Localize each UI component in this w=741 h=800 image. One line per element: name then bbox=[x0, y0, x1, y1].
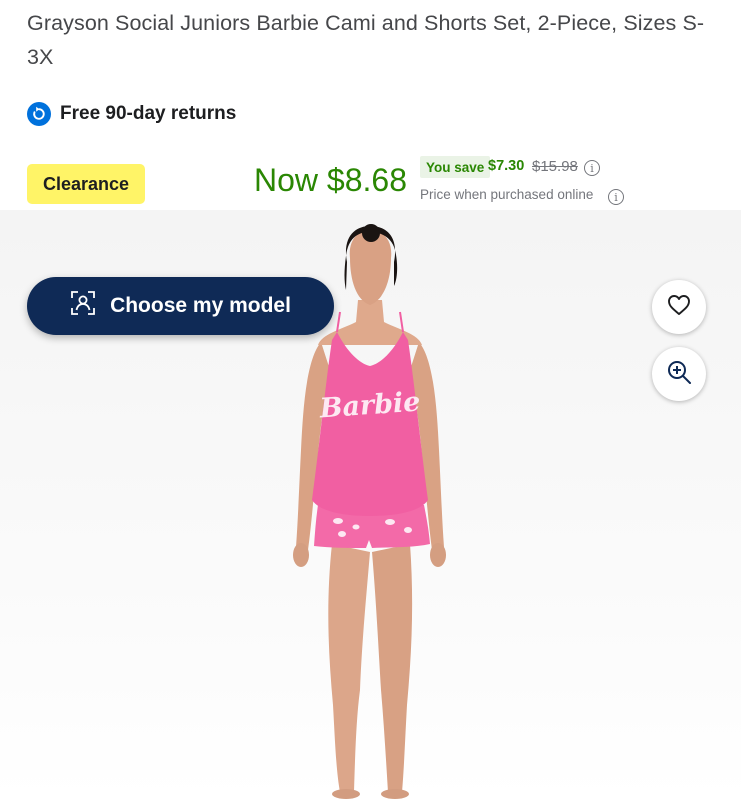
model-selector-icon bbox=[70, 290, 96, 322]
choose-model-button[interactable]: Choose my model bbox=[27, 277, 334, 335]
savings-amount: $7.30 bbox=[488, 158, 525, 174]
choose-model-label: Choose my model bbox=[110, 294, 291, 317]
info-icon[interactable]: i bbox=[584, 160, 600, 176]
zoom-button[interactable] bbox=[652, 347, 706, 401]
returns-policy[interactable]: Free 90-day returns bbox=[27, 101, 236, 127]
current-price: Now $8.68 bbox=[254, 162, 407, 198]
zoom-in-icon bbox=[666, 359, 692, 390]
returns-icon bbox=[27, 102, 51, 126]
favorite-button[interactable] bbox=[652, 280, 706, 334]
info-icon[interactable]: i bbox=[608, 189, 624, 205]
product-title: Grayson Social Juniors Barbie Cami and S… bbox=[27, 11, 705, 69]
returns-label: Free 90-day returns bbox=[60, 103, 237, 124]
clearance-badge: Clearance bbox=[27, 164, 145, 204]
you-save-badge: You save bbox=[420, 156, 491, 178]
heart-icon bbox=[667, 294, 691, 321]
original-price: $15.98 bbox=[532, 158, 578, 175]
price-section: Now $8.68 You save $7.30 $15.98 i Price … bbox=[250, 132, 662, 208]
online-price-note: Price when purchased online bbox=[420, 187, 594, 202]
